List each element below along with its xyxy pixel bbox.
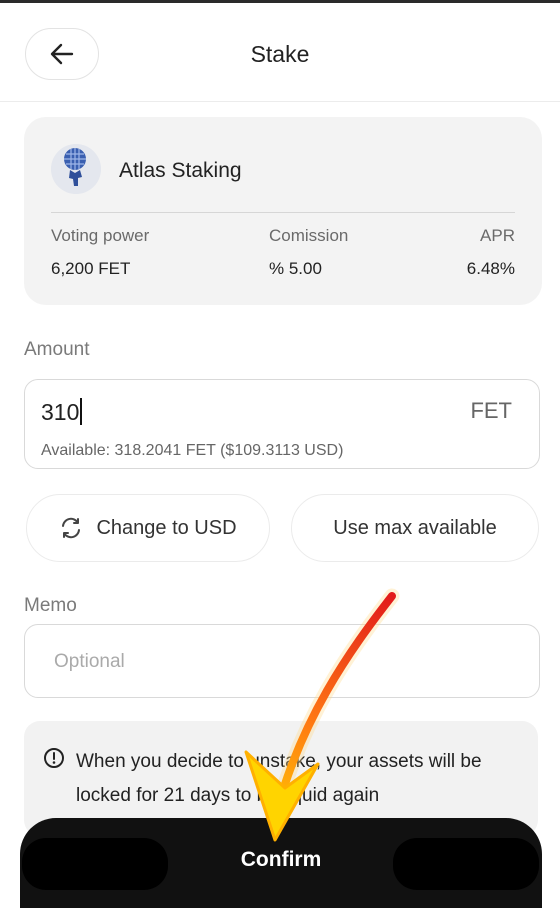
- commission-value: % 5.00: [269, 259, 322, 278]
- apr-label: APR: [480, 226, 515, 245]
- amount-label: Amount: [24, 339, 90, 360]
- use-max-available-button[interactable]: Use max available: [291, 494, 539, 562]
- change-to-usd-button[interactable]: Change to USD: [26, 494, 270, 562]
- memo-input[interactable]: Optional: [24, 624, 540, 698]
- apr-value: 6.48%: [466, 259, 515, 278]
- info-icon: [44, 748, 64, 768]
- available-balance: Available: 318.2041 FET ($109.3113 USD): [41, 442, 344, 459]
- memo-label: Memo: [24, 595, 77, 616]
- validator-card: Atlas Staking Voting power 6,200 FET Com…: [24, 117, 542, 305]
- commission-label: Comission: [269, 226, 349, 245]
- overlay-shape-left: [22, 838, 168, 890]
- amount-value[interactable]: 310: [41, 398, 83, 426]
- divider: [51, 212, 515, 213]
- voting-power-value: 6,200 FET: [51, 259, 131, 278]
- amount-input[interactable]: 310 FET Available: 318.2041 FET ($109.31…: [24, 379, 540, 469]
- voting-power-label: Voting power: [51, 226, 150, 245]
- overlay-shape-right: [393, 838, 539, 890]
- header: Stake: [0, 3, 560, 102]
- memo-placeholder: Optional: [54, 651, 125, 672]
- notice-text: When you decide to unstake, your assets …: [76, 751, 482, 806]
- validator-avatar: [51, 144, 101, 194]
- amount-unit: FET: [470, 398, 512, 423]
- validator-name: Atlas Staking: [119, 159, 242, 182]
- text-caret: [80, 398, 83, 425]
- page-title: Stake: [250, 41, 310, 67]
- change-to-usd-label: Change to USD: [96, 516, 237, 539]
- atlas-logo-icon: [51, 144, 101, 194]
- swap-icon: [62, 517, 81, 539]
- use-max-label: Use max available: [333, 516, 497, 539]
